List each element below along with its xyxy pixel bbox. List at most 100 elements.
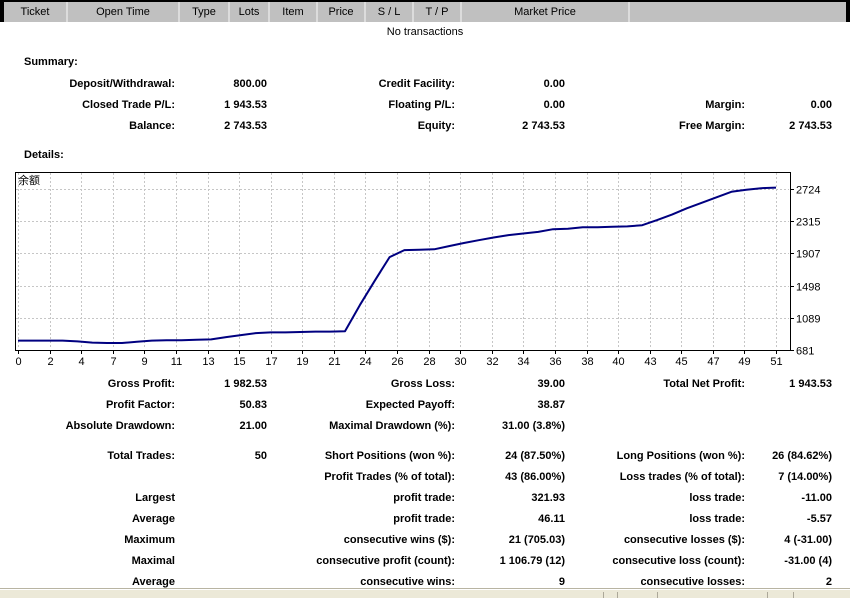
x-tick-label: 17 (265, 356, 277, 368)
stat-row: Absolute Drawdown:21.00Maximal Drawdown … (0, 419, 850, 433)
y-tick-label: 2315 (796, 217, 820, 229)
stat-value: 1 106.79 (12) (459, 554, 565, 568)
col-header-price[interactable]: Price (318, 2, 366, 22)
report-page: TicketOpen TimeTypeLotsItemPriceS / LT /… (0, 0, 850, 598)
col-header-t-p[interactable]: T / P (414, 2, 462, 22)
stat-value: 0.00 (749, 98, 832, 112)
stat-value: 0.00 (459, 77, 565, 91)
stat-value: 2 (749, 575, 832, 589)
col-header-ticket[interactable]: Ticket (4, 2, 68, 22)
stat-value: 9 (459, 575, 565, 589)
y-tick-label: 1089 (796, 314, 820, 326)
col-header-market-price[interactable]: Market Price (462, 2, 630, 22)
x-tick-label: 9 (141, 356, 147, 368)
stat-label: Maximal Drawdown (%): (275, 419, 455, 433)
stat-value: 4 (-31.00) (749, 533, 832, 547)
y-tick-label: 681 (796, 346, 814, 358)
x-tick-label: 4 (78, 356, 84, 368)
x-tick-label: 36 (549, 356, 561, 368)
stat-value: 321.93 (459, 491, 565, 505)
x-tick-label: 49 (738, 356, 750, 368)
stat-value: 38.87 (459, 398, 565, 412)
y-tick-label: 1498 (796, 282, 820, 294)
stat-row: Balance:2 743.53Equity:2 743.53Free Marg… (0, 119, 850, 133)
stat-label: Credit Facility: (275, 77, 455, 91)
pane-separator (617, 592, 618, 598)
stat-label: Free Margin: (565, 119, 745, 133)
x-tick-label: 40 (612, 356, 624, 368)
stat-label: Closed Trade P/L: (0, 98, 175, 112)
stat-value: 800.00 (179, 77, 267, 91)
stat-value: -5.57 (749, 512, 832, 526)
x-tick-label: 51 (770, 356, 782, 368)
stat-row: Total Trades:50Short Positions (won %):2… (0, 449, 850, 463)
x-tick-label: 21 (328, 356, 340, 368)
stat-label: consecutive losses ($): (565, 533, 745, 547)
col-header-open-time[interactable]: Open Time (68, 2, 180, 22)
stat-label: Average (0, 512, 175, 526)
stat-label: consecutive wins: (275, 575, 455, 589)
stat-value: 39.00 (459, 377, 565, 391)
x-tick-label: 43 (644, 356, 656, 368)
x-tick-label: 19 (296, 356, 308, 368)
stat-label: Long Positions (won %): (565, 449, 745, 463)
x-tick-label: 47 (707, 356, 719, 368)
x-tick-label: 11 (171, 356, 182, 368)
stat-label: profit trade: (275, 512, 455, 526)
stat-label: loss trade: (565, 512, 745, 526)
stat-label: Maximal (0, 554, 175, 568)
stat-label: Short Positions (won %): (275, 449, 455, 463)
stat-row: Largestprofit trade:321.93loss trade:-11… (0, 491, 850, 505)
stat-value: 24 (87.50%) (459, 449, 565, 463)
stat-row: Deposit/Withdrawal:800.00Credit Facility… (0, 77, 850, 91)
stat-label: Balance: (0, 119, 175, 133)
stat-value: 26 (84.62%) (749, 449, 832, 463)
x-tick-label: 13 (202, 356, 214, 368)
y-tick-label: 2724 (796, 185, 820, 197)
stat-label: Absolute Drawdown: (0, 419, 175, 433)
stat-label: Equity: (275, 119, 455, 133)
stat-label: Expected Payoff: (275, 398, 455, 412)
stat-label: Gross Loss: (275, 377, 455, 391)
x-tick-label: 32 (486, 356, 498, 368)
x-tick-label: 0 (15, 356, 21, 368)
y-tick-label: 1907 (796, 249, 820, 261)
stat-row: Closed Trade P/L:1 943.53Floating P/L:0.… (0, 98, 850, 112)
stat-label: Total Trades: (0, 449, 175, 463)
col-header-lots[interactable]: Lots (230, 2, 270, 22)
stat-label: Margin: (565, 98, 745, 112)
stat-label: Loss trades (% of total): (565, 470, 745, 484)
stat-value: 7 (14.00%) (749, 470, 832, 484)
stat-label: Profit Factor: (0, 398, 175, 412)
stat-value: 50.83 (179, 398, 267, 412)
stat-value: 2 743.53 (459, 119, 565, 133)
header-right-edge (846, 0, 850, 22)
stat-label: Maximum (0, 533, 175, 547)
stat-value: -11.00 (749, 491, 832, 505)
x-tick-label: 45 (675, 356, 687, 368)
stat-row: Gross Profit:1 982.53Gross Loss:39.00Tot… (0, 377, 850, 391)
balance-chart: 0247911131517192124262830323436384043454… (0, 165, 850, 370)
stat-value: 0.00 (459, 98, 565, 112)
stat-label: consecutive profit (count): (275, 554, 455, 568)
stat-label: Profit Trades (% of total): (275, 470, 455, 484)
stat-label: Total Net Profit: (565, 377, 745, 391)
stat-row: Maximumconsecutive wins ($):21 (705.03)c… (0, 533, 850, 547)
col-header-type[interactable]: Type (180, 2, 230, 22)
col-header-item[interactable]: Item (270, 2, 318, 22)
stat-row: Average profit trade: 46.11loss trade: -5.5… (0, 512, 850, 526)
summary-heading: Summary: (24, 56, 78, 68)
stat-row: Profit Factor: 50.83 Expected Payoff: 38.87 (0, 398, 850, 412)
x-tick-label: 26 (391, 356, 403, 368)
stat-value: 46.11 (459, 512, 565, 526)
stat-label: consecutive loss (count): (565, 554, 745, 568)
stat-label: loss trade: (565, 491, 745, 505)
col-header-s-l[interactable]: S / L (366, 2, 414, 22)
header-spacer (630, 2, 846, 22)
chart-title: 余额 (18, 173, 40, 187)
stat-row: Averageconsecutive wins:9consecutive los… (0, 575, 850, 589)
stat-value: 21 (705.03) (459, 533, 565, 547)
stat-value: 1 943.53 (179, 98, 267, 112)
header-left-edge (0, 0, 4, 22)
stat-label: consecutive losses: (565, 575, 745, 589)
